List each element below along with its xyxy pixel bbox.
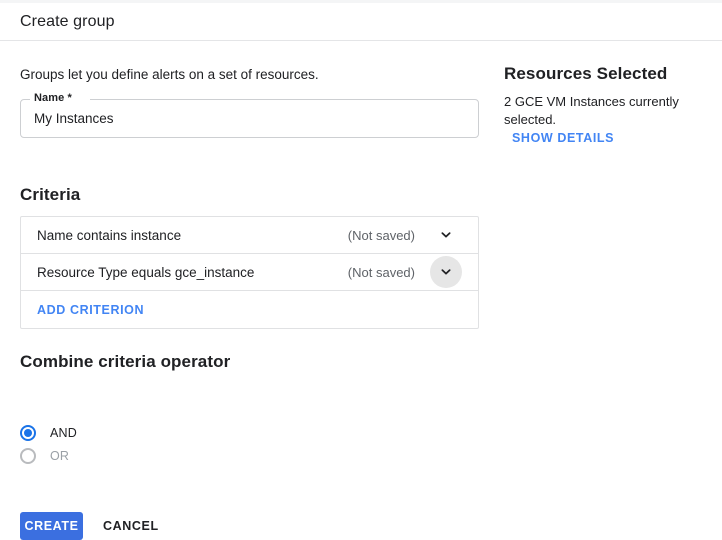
resources-title: Resources Selected [504,63,667,85]
add-criterion-button[interactable]: ADD CRITERION [37,302,144,318]
intro-text: Groups let you define alerts on a set of… [20,66,319,84]
radio-and-dot [24,429,32,437]
cancel-button[interactable]: CANCEL [103,512,159,540]
name-field-label: Name * [32,92,74,105]
criteria-list: Name contains instance (Not saved) Resou… [20,216,479,329]
criterion-label: Resource Type equals gce_instance [37,264,254,282]
radio-or-icon[interactable] [20,448,36,464]
page-title: Create group [20,12,115,32]
create-button[interactable]: CREATE [20,512,83,540]
status-badge: (Not saved) [348,264,415,282]
table-row[interactable]: Resource Type equals gce_instance (Not s… [21,254,478,291]
radio-option-and[interactable]: AND [20,423,77,443]
radio-or-label: OR [50,448,69,464]
table-row[interactable]: Name contains instance (Not saved) [21,217,478,254]
dialog-body: Groups let you define alerts on a set of… [0,42,722,517]
dialog-header: Create group [0,3,722,41]
show-details-button[interactable]: SHOW DETAILS [512,130,614,146]
combine-heading: Combine criteria operator [20,351,230,373]
radio-and-icon[interactable] [20,425,36,441]
name-field[interactable]: Name * My Instances [20,99,479,138]
status-badge: (Not saved) [348,227,415,245]
radio-option-or[interactable]: OR [20,446,69,466]
resources-panel: Resources Selected 2 GCE VM Instances cu… [496,42,722,517]
criterion-label: Name contains instance [37,227,181,245]
form-column: Groups let you define alerts on a set of… [0,42,496,517]
add-criterion-row[interactable]: ADD CRITERION [21,291,478,328]
radio-and-label: AND [50,425,77,441]
criteria-heading: Criteria [20,184,80,206]
chevron-down-icon[interactable] [430,256,462,288]
name-input[interactable]: My Instances [34,110,114,128]
chevron-down-icon[interactable] [430,219,462,251]
resources-summary: 2 GCE VM Instances currently selected. [504,93,722,129]
